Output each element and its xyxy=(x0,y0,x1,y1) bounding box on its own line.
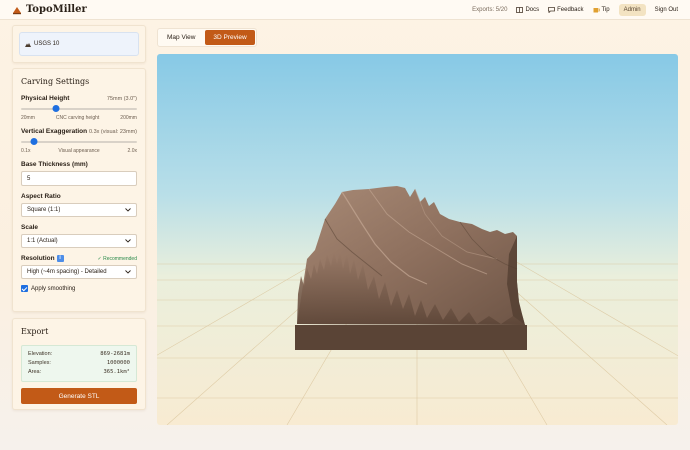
aspect-ratio-label: Aspect Ratio xyxy=(21,193,61,200)
signout-link[interactable]: Sign Out xyxy=(655,7,678,13)
smoothing-row[interactable]: Apply smoothing xyxy=(21,285,137,292)
smoothing-checkbox[interactable] xyxy=(21,285,28,292)
aspect-ratio-select[interactable]: Square (1:1) xyxy=(21,203,137,217)
carving-settings-panel: Carving Settings Physical Height 75mm (3… xyxy=(12,68,146,312)
export-title: Export xyxy=(21,327,49,336)
stat-label: Elevation: xyxy=(28,351,53,357)
chat-icon xyxy=(548,6,556,13)
chevron-down-icon xyxy=(125,270,131,274)
vertical-exaggeration-row: Vertical Exaggeration 0.3x (visual: 23mm… xyxy=(21,128,137,135)
stat-row: Elevation: 869-2681m xyxy=(28,350,130,359)
aspect-ratio-value: Square (1:1) xyxy=(27,207,61,213)
scale-label: Scale xyxy=(21,224,38,231)
resolution-row: Resolution i ✓ Recommended xyxy=(21,255,137,262)
slider-track xyxy=(21,141,137,143)
stat-label: Area: xyxy=(28,369,42,375)
export-panel: Export Elevation: 869-2681m Samples: 100… xyxy=(12,318,146,410)
resolution-value: High (~4m spacing) - Detailed xyxy=(27,269,107,275)
vertical-exaggeration-slider[interactable] xyxy=(21,137,137,147)
export-stats: Elevation: 869-2681m Samples: 1000000 Ar… xyxy=(21,345,137,382)
data-source-label: USGS 10 xyxy=(34,41,60,47)
terrain-scene xyxy=(157,186,678,425)
scale-select[interactable]: 1:1 (Actual) xyxy=(21,234,137,248)
stat-value: 869-2681m xyxy=(100,351,130,357)
physical-height-row: Physical Height 75mm (3.0") xyxy=(21,95,137,102)
tab-map-view[interactable]: Map View xyxy=(159,30,203,45)
docs-link[interactable]: Docs xyxy=(516,7,539,13)
carving-settings-title: Carving Settings xyxy=(21,77,90,86)
book-icon xyxy=(516,6,524,13)
resolution-select[interactable]: High (~4m spacing) - Detailed xyxy=(21,265,137,279)
scale-value: 1:1 (Actual) xyxy=(27,238,58,244)
mountain-icon xyxy=(25,42,31,47)
exports-count: Exports: 5/20 xyxy=(472,6,508,13)
physical-height-value: 75mm (3.0") xyxy=(106,96,137,102)
logo-icon xyxy=(13,6,21,14)
slider-thumb[interactable] xyxy=(52,105,60,112)
stat-row: Area: 365.1km² xyxy=(28,368,130,377)
feedback-link[interactable]: Feedback xyxy=(548,6,584,13)
stat-row: Samples: 1000000 xyxy=(28,359,130,368)
stat-value: 1000000 xyxy=(106,360,130,366)
app-header: TopoMiller Exports: 5/20 Docs Feedback T… xyxy=(0,0,690,20)
recommended-badge: ✓ Recommended xyxy=(97,256,138,262)
generate-stl-button[interactable]: Generate STL xyxy=(21,388,137,404)
info-icon[interactable]: i xyxy=(56,255,64,262)
coffee-icon xyxy=(593,7,600,12)
chevron-down-icon xyxy=(125,208,131,212)
vertical-exaggeration-value: 0.3x (visual: 23mm) xyxy=(89,129,137,135)
3d-preview-viewport[interactable] xyxy=(157,54,678,425)
resolution-label: Resolution xyxy=(21,255,55,262)
admin-button[interactable]: Admin xyxy=(618,3,646,16)
slider-max-label: 200mm xyxy=(120,115,137,121)
feedback-label: Feedback xyxy=(557,6,584,13)
vertical-exaggeration-label: Vertical Exaggeration xyxy=(21,128,88,135)
brand[interactable]: TopoMiller xyxy=(12,4,87,15)
docs-label: Docs xyxy=(525,6,540,13)
slider-min-label: 0.1x xyxy=(21,148,31,154)
stat-value: 365.1km² xyxy=(103,369,131,375)
base-thickness-input[interactable]: 5 xyxy=(21,171,137,186)
base-thickness-label: Base Thickness (mm) xyxy=(21,161,88,168)
slider-hint: CNC carving height xyxy=(55,115,100,121)
tip-link[interactable]: Tip xyxy=(593,7,610,13)
chevron-down-icon xyxy=(125,239,131,243)
smoothing-label: Apply smoothing xyxy=(31,285,76,292)
slider-thumb[interactable] xyxy=(30,138,38,145)
tab-3d-preview[interactable]: 3D Preview xyxy=(205,30,255,45)
slider-min-label: 20mm xyxy=(21,115,35,121)
data-source-panel: USGS 10 xyxy=(12,25,146,63)
physical-height-label: Physical Height xyxy=(21,95,70,102)
view-tabs: Map View 3D Preview xyxy=(157,28,257,47)
stat-label: Samples: xyxy=(28,360,51,366)
tip-label: Tip xyxy=(601,6,610,13)
slider-max-label: 2.0x xyxy=(127,148,137,154)
brand-title: TopoMiller xyxy=(26,4,87,15)
slider-track xyxy=(21,108,137,110)
data-source-selector[interactable]: USGS 10 xyxy=(19,32,139,56)
slider-hint: Visual appearance xyxy=(58,148,100,154)
terrain-model xyxy=(295,186,527,350)
physical-height-slider[interactable] xyxy=(21,104,137,114)
